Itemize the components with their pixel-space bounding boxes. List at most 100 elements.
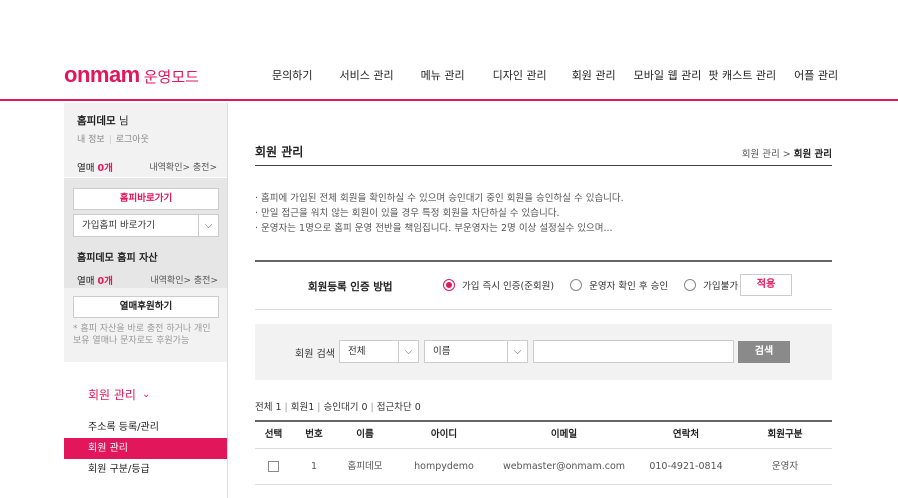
member-counts: 전체 1 | 회원1 | 승인대기 0 | 접근차단 0 [255, 399, 421, 413]
col-number: 번호 [305, 429, 323, 440]
radio-label: 가입불가 [703, 281, 739, 292]
logo-text: onmam [64, 62, 140, 87]
search-button[interactable]: 검색 [738, 341, 790, 363]
row-select-cell [255, 449, 292, 484]
radio-label: 가입 즉시 인증(준회원) [462, 281, 555, 292]
yeolmae-count: 0개 [97, 163, 113, 174]
page-title: 회원 관리 [255, 145, 304, 159]
donate-button[interactable]: 열매후원하기 [73, 296, 219, 318]
guide-note: 홈피에 가입된 전체 회원을 확인하실 수 있으며 승인대기 중인 회원을 승인… [255, 191, 624, 206]
homepage-goto-button[interactable]: 홈피바로가기 [73, 188, 219, 210]
breadcrumb-parent[interactable]: 회원 관리 > [742, 149, 794, 160]
nav-design[interactable]: 디자인 관리 [493, 67, 547, 83]
radio-empty-icon [684, 279, 697, 291]
main-nav: 문의하기 서비스 관리 메뉴 관리 디자인 관리 회원 관리 모바일 웹 관리 … [258, 67, 838, 83]
table-header: 선택 번호 이름 아이디 이메일 연락처 회원구분 [255, 422, 832, 449]
row-number: 1 [310, 461, 318, 472]
breadcrumb: 회원 관리 > 회원 관리 [742, 146, 832, 160]
count-blocked[interactable]: 접근차단 0 [377, 402, 421, 413]
nav-menu[interactable]: 메뉴 관리 [421, 67, 465, 83]
col-name: 이름 [356, 429, 374, 440]
chevron-down-icon: ⌄ [141, 389, 151, 400]
search-scope-select[interactable]: 전체 ⌵ [339, 340, 419, 363]
divider: | [284, 402, 288, 413]
table-row: 1 홈피데모 hompydemo webmaster@onmam.com 010… [255, 449, 832, 485]
auth-method-label: 회원등록 인증 방법 [308, 281, 393, 293]
row-phone: 010-4921-0814 [649, 461, 723, 472]
lnb-section-title-text: 회원 관리 [88, 388, 136, 402]
row-name[interactable]: 홈피데모 [336, 449, 394, 484]
apply-button[interactable]: 적용 [740, 274, 792, 296]
user-panel: 홈피데모 님 내 정보 | 로그아웃 열매 0개 내역확인> 충전> [64, 103, 227, 177]
nav-member[interactable]: 회원 관리 [572, 67, 616, 83]
nav-mobile-web[interactable]: 모바일 웹 관리 [634, 67, 702, 83]
yeolmae-label: 열매 0개 [77, 160, 113, 174]
breadcrumb-current: 회원 관리 [793, 149, 832, 160]
lnb-section-title[interactable]: 회원 관리 ⌄ [88, 386, 227, 403]
auth-method-radio-group: 가입 즉시 인증(준회원) 운영자 확인 후 승인 가입불가 [443, 278, 754, 292]
assets-yeolmae-row: 열매 0개 내역확인> 충전> [73, 273, 218, 287]
joined-homepage-select-value: 가입홈피 바로가기 [82, 220, 155, 231]
yeolmae-label-text: 열매 [77, 163, 95, 174]
row-checkbox[interactable] [268, 461, 279, 472]
search-input[interactable] [533, 340, 734, 363]
radio-empty-icon [570, 279, 583, 291]
search-field-select[interactable]: 이름 ⌵ [424, 340, 528, 363]
lnb-item-address-book[interactable]: 주소록 등록/관리 [64, 417, 227, 438]
user-name: 홈피데모 [77, 115, 116, 127]
member-search-panel: 회원 검색 전체 ⌵ 이름 ⌵ 검색 [255, 324, 832, 380]
divider: | [370, 402, 374, 413]
logout-link[interactable]: 로그아웃 [116, 135, 149, 145]
lnb-item-member-manage[interactable]: 회원 관리 [64, 438, 227, 459]
myinfo-link[interactable]: 내 정보 [77, 135, 105, 145]
row-member-type: 운영자 [771, 461, 799, 472]
row-id: hompydemo [414, 461, 474, 472]
member-table: 선택 번호 이름 아이디 이메일 연락처 회원구분 1 홈피데모 hompyde… [255, 420, 832, 485]
divider: | [108, 135, 112, 145]
nav-podcast[interactable]: 팟 캐스트 관리 [708, 67, 776, 83]
auth-method-panel: 회원등록 인증 방법 가입 즉시 인증(준회원) 운영자 확인 후 승인 가입불… [255, 260, 832, 310]
top-header: onmam 운영모드 문의하기 서비스 관리 메뉴 관리 디자인 관리 회원 관… [0, 0, 898, 101]
sidebar: 홈피데모 님 내 정보 | 로그아웃 열매 0개 내역확인> 충전> 홈피바로가기 … [64, 103, 228, 498]
joined-homepage-select[interactable]: 가입홈피 바로가기 ⌵ [73, 214, 219, 237]
nav-inquiry[interactable]: 문의하기 [272, 67, 312, 83]
search-scope-value: 전체 [348, 346, 366, 357]
donate-note: * 홈피 자산을 바로 충전 하거나 개인보유 열매나 문자로도 후원가능 [73, 324, 211, 346]
guide-note: 만일 접근을 워치 않는 회원이 있을 경우 특정 회원을 차단하실 수 있습니… [255, 206, 624, 221]
nav-service[interactable]: 서비스 관리 [339, 67, 393, 83]
donate-panel: 열매후원하기 * 홈피 자산을 바로 충전 하거나 개인보유 열매나 문자로도 … [64, 288, 227, 362]
search-field-value: 이름 [433, 346, 451, 357]
guide-note: 운영자는 1명으로 홈피 운영 전반을 책임집니다. 부운영자는 2명 이상 설… [255, 221, 624, 236]
divider: | [317, 402, 321, 413]
radio-label: 운영자 확인 후 승인 [589, 281, 669, 292]
history-charge-link[interactable]: 내역확인> 충전> [149, 160, 217, 174]
user-greeting: 홈피데모 님 [77, 113, 217, 128]
radio-auth-disabled[interactable]: 가입불가 [684, 278, 738, 292]
search-label: 회원 검색 [295, 349, 335, 360]
assets-yeolmae-count: 0개 [97, 276, 113, 287]
user-links: 내 정보 | 로그아웃 [77, 132, 217, 145]
count-pending[interactable]: 승인대기 0 [323, 402, 367, 413]
user-suffix: 님 [115, 115, 129, 127]
assets-history-charge-link[interactable]: 내역확인> 충전> [150, 273, 218, 287]
assets-title: 홈피데모 홈피 자산 [77, 253, 158, 264]
page-header: 회원 관리 회원 관리 > 회원 관리 [255, 143, 832, 166]
lnb-item-member-grade[interactable]: 회원 구분/등급 [64, 459, 227, 480]
count-members[interactable]: 회원1 [291, 402, 315, 413]
row-email: webmaster@onmam.com [502, 461, 626, 472]
homepage-panel: 홈피바로가기 가입홈피 바로가기 ⌵ 홈피데모 홈피 자산 열매 0개 내역확인… [64, 177, 227, 288]
col-email: 이메일 [550, 429, 578, 440]
assets-yeolmae-label: 열매 0개 [77, 273, 113, 287]
col-select: 선택 [264, 429, 283, 440]
logo[interactable]: onmam 운영모드 [64, 62, 199, 88]
logo-mode-label: 운영모드 [143, 68, 199, 86]
guide-notes: 홈피에 가입된 전체 회원을 확인하실 수 있으며 승인대기 중인 회원을 승인… [255, 191, 624, 236]
radio-auth-admin-approval[interactable]: 운영자 확인 후 승인 [570, 278, 668, 292]
radio-auth-instant[interactable]: 가입 즉시 인증(준회원) [443, 278, 554, 292]
col-phone: 연락처 [672, 429, 700, 440]
chevron-down-icon: ⌵ [398, 341, 418, 362]
radio-selected-icon [443, 279, 455, 291]
chevron-down-icon: ⌵ [198, 215, 218, 236]
nav-app[interactable]: 어플 관리 [794, 67, 838, 83]
count-total[interactable]: 전체 1 [255, 402, 282, 413]
